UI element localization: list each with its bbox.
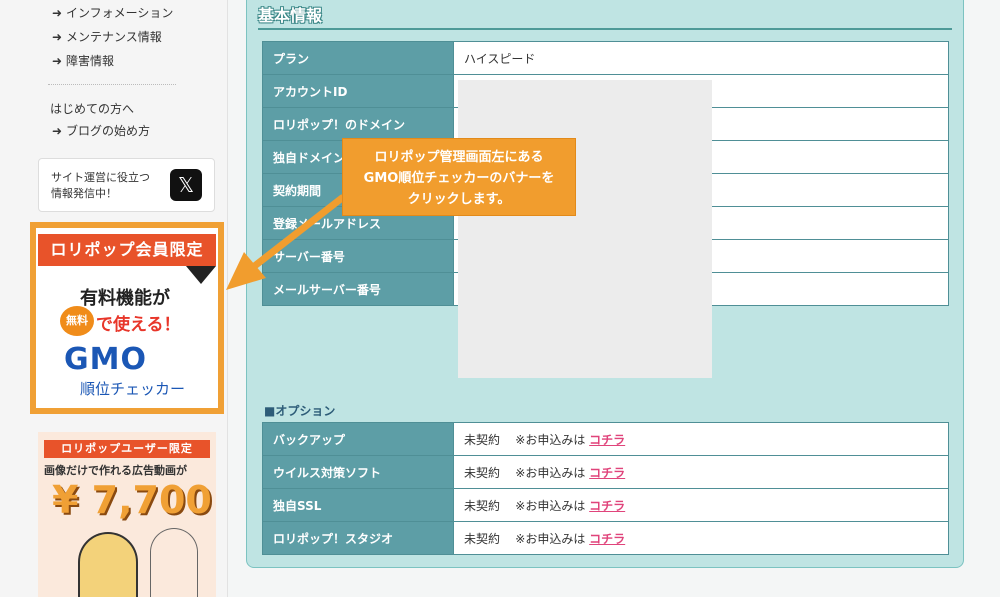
- x-follow-text: サイト運営に役立つ 情報発信中！: [51, 171, 150, 200]
- panel-title-rule: [258, 28, 952, 30]
- ad2-top-label: ロリポップユーザー限定: [44, 440, 210, 458]
- banner-member-label: ロリポップ会員限定: [38, 234, 216, 266]
- option-value: 未契約 ※お申込みは コチラ: [453, 521, 949, 555]
- bat-icon: [186, 266, 216, 284]
- table-row: ロリポップ！スタジオ 未契約 ※お申込みは コチラ: [262, 521, 949, 555]
- option-label: ロリポップ！スタジオ: [262, 521, 454, 555]
- panel-title: 基本情報: [258, 6, 323, 25]
- table-row: 独自SSL 未契約 ※お申込みは コチラ: [262, 488, 949, 522]
- annotation-callout: ロリポップ管理画面左にある GMO順位チェッカーのバナーを クリックします。: [342, 138, 576, 216]
- gmo-logo: GMO: [64, 342, 147, 377]
- options-heading: ■オプション: [264, 404, 336, 418]
- sidebar-link-blog[interactable]: ➜ ブログの始め方: [52, 122, 150, 139]
- options-table: バックアップ 未契約 ※お申込みは コチラ ウイルス対策ソフト 未契約 ※お申込…: [262, 422, 949, 555]
- banner-product-name: 順位チェッカー: [80, 380, 186, 398]
- arrow-right-icon: ➜: [52, 6, 63, 20]
- option-value: 未契約 ※お申込みは コチラ: [453, 455, 949, 489]
- table-row: プラン ハイスピード: [262, 41, 949, 75]
- apply-link-backup[interactable]: コチラ: [589, 433, 625, 447]
- option-label: バックアップ: [262, 422, 454, 456]
- person-illustration: [150, 528, 198, 597]
- row-label: アカウントID: [262, 74, 454, 108]
- sidebar-link-information[interactable]: ➜ インフォメーション: [52, 4, 173, 21]
- apply-link-antivirus[interactable]: コチラ: [589, 466, 625, 480]
- ad2-price: ¥ 7,700: [52, 478, 212, 522]
- arrow-right-icon: ➜: [52, 30, 63, 44]
- pumpkin-icon: 無料: [60, 306, 94, 336]
- option-label: ウイルス対策ソフト: [262, 455, 454, 489]
- gmo-rank-checker-banner[interactable]: ロリポップ会員限定 有料機能が 無料 で使える！ GMO 順位チェッカー: [30, 222, 224, 414]
- row-value: ハイスピード: [453, 41, 949, 75]
- row-label: サーバー番号: [262, 239, 454, 273]
- arrow-right-icon: ➜: [52, 124, 63, 138]
- table-row: ウイルス対策ソフト 未契約 ※お申込みは コチラ: [262, 455, 949, 489]
- option-value: 未契約 ※お申込みは コチラ: [453, 422, 949, 456]
- redacted-area: [458, 80, 712, 378]
- person-illustration: [78, 532, 138, 597]
- sidebar-link-maintenance[interactable]: ➜ メンテナンス情報: [52, 28, 162, 45]
- ad-video-banner[interactable]: ロリポップユーザー限定 画像だけで作れる広告動画が ¥ 7,700: [38, 432, 216, 597]
- banner-line2: で使える！: [96, 315, 181, 335]
- ad2-subtitle: 画像だけで作れる広告動画が: [44, 464, 187, 477]
- sidebar-divider: [48, 84, 176, 85]
- table-row: バックアップ 未契約 ※お申込みは コチラ: [262, 422, 949, 456]
- apply-link-ssl[interactable]: コチラ: [589, 499, 625, 513]
- arrow-right-icon: ➜: [52, 54, 63, 68]
- apply-link-studio[interactable]: コチラ: [589, 532, 625, 546]
- sidebar-link-incidents[interactable]: ➜ 障害情報: [52, 52, 114, 69]
- x-follow-box[interactable]: サイト運営に役立つ 情報発信中！ 𝕏: [38, 158, 215, 212]
- sidebar-heading-beginners: はじめての方へ: [50, 102, 135, 116]
- option-label: 独自SSL: [262, 488, 454, 522]
- banner-line1: 有料機能が: [80, 288, 170, 309]
- row-label: ロリポップ！のドメイン: [262, 107, 454, 141]
- option-value: 未契約 ※お申込みは コチラ: [453, 488, 949, 522]
- row-label: メールサーバー番号: [262, 272, 454, 306]
- x-logo-icon: 𝕏: [170, 169, 202, 201]
- row-label: プラン: [262, 41, 454, 75]
